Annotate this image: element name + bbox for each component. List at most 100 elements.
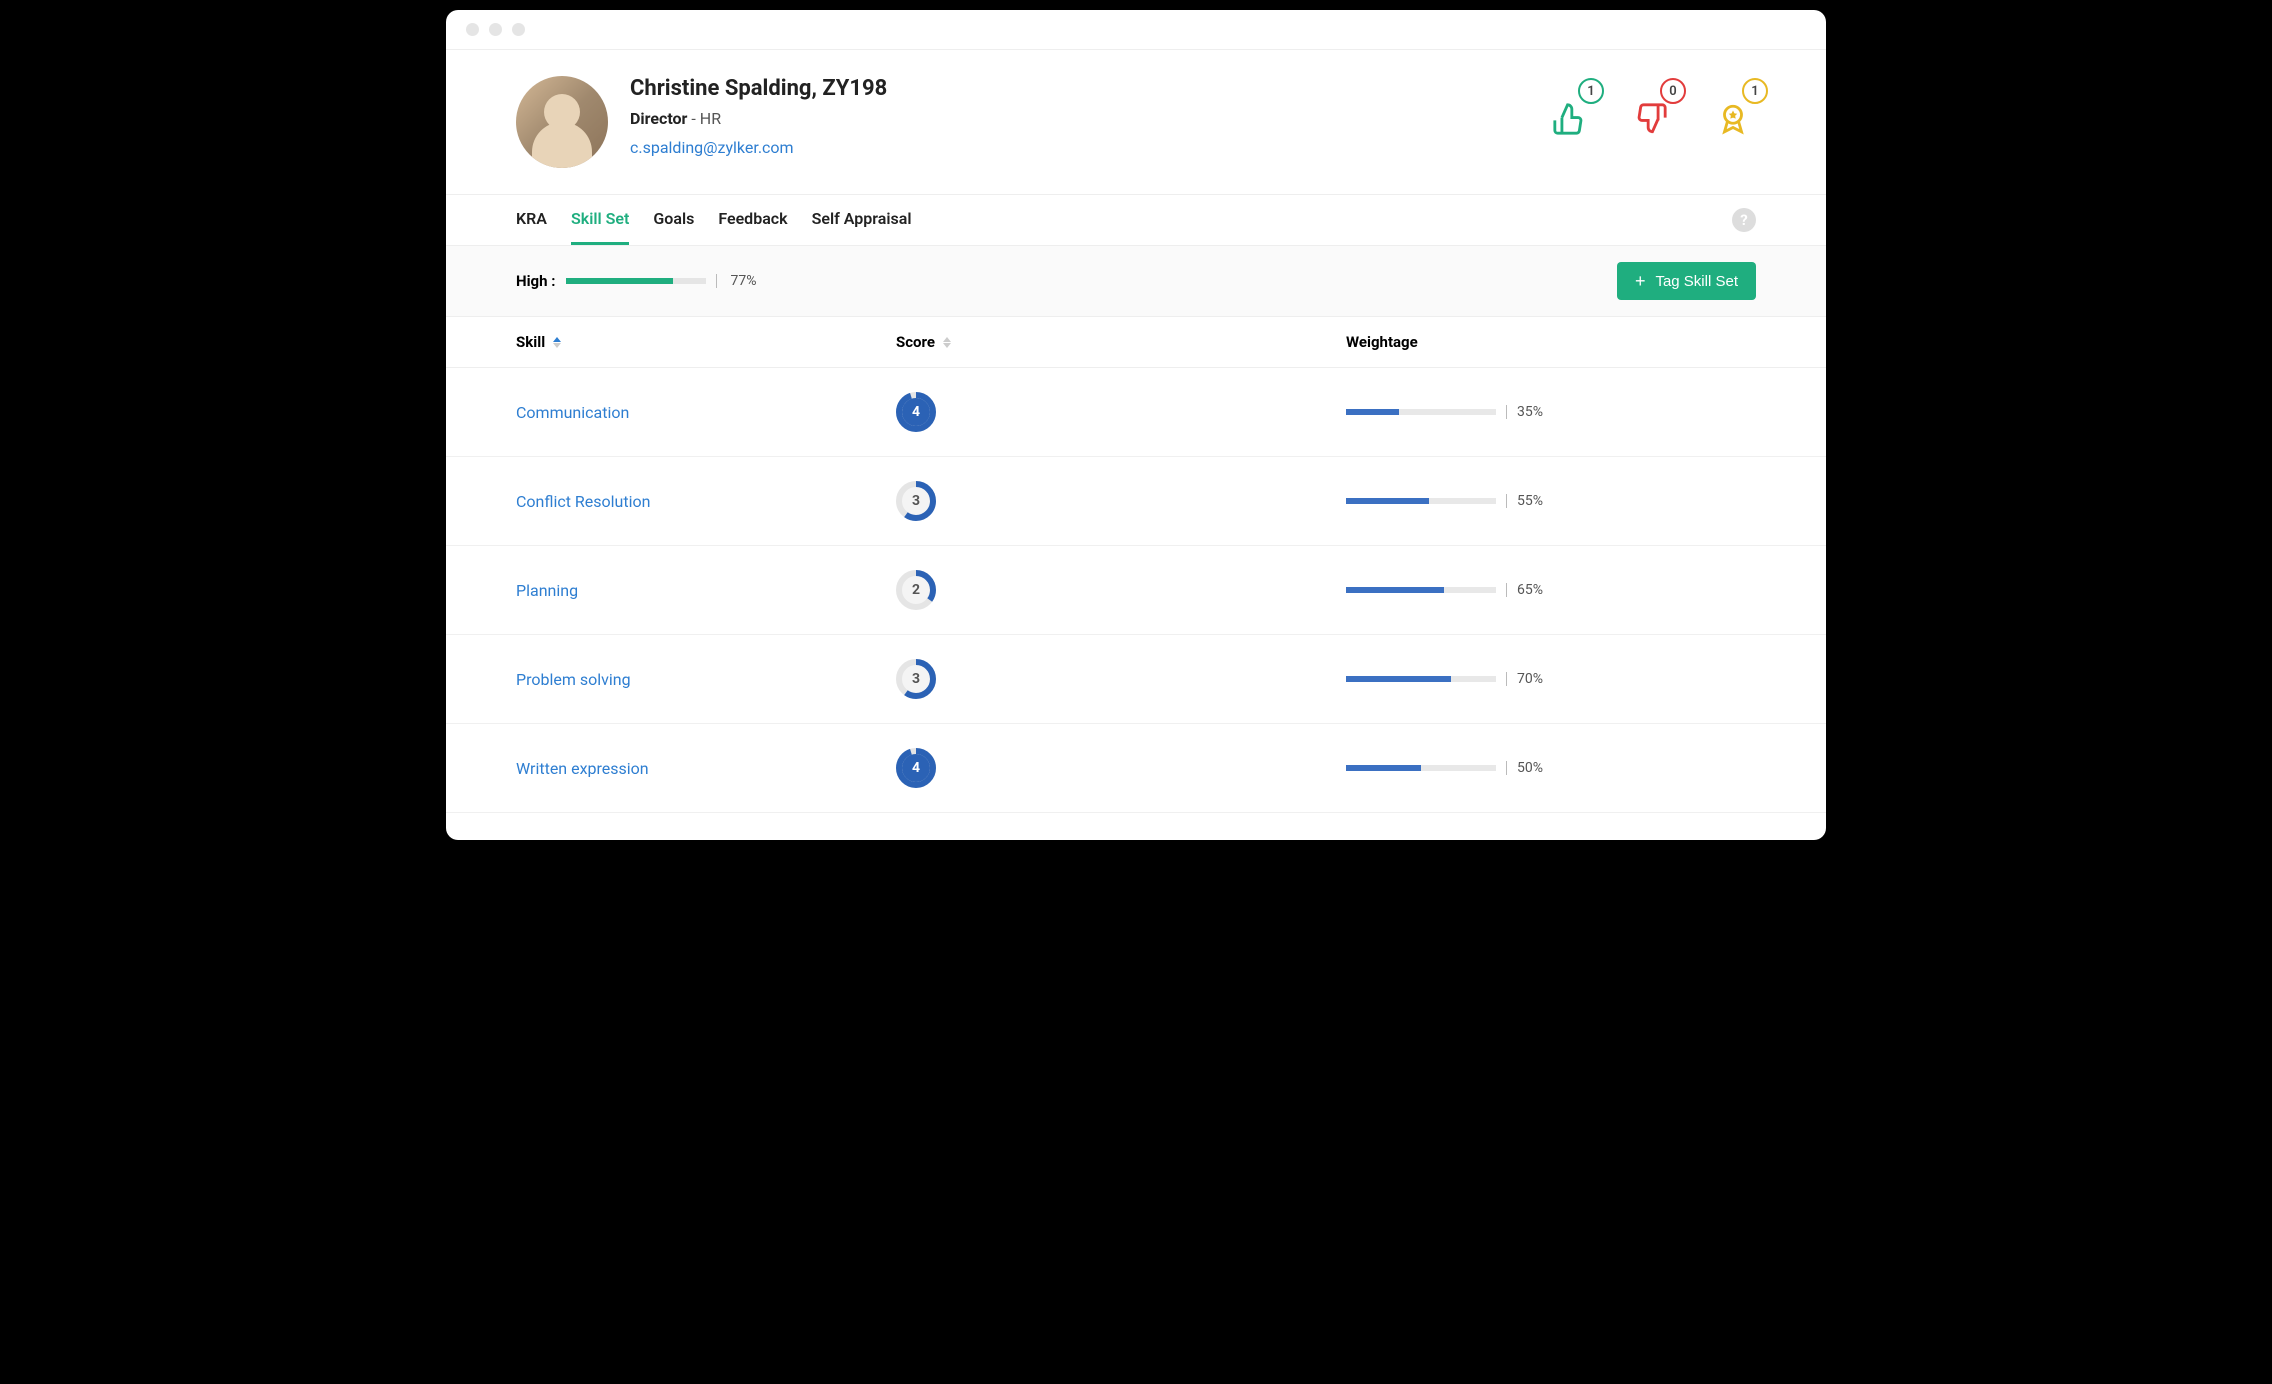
score-value: 4	[912, 760, 920, 776]
weight-progress-fill	[1346, 587, 1444, 593]
stats-block: 1 0 1	[1552, 76, 1756, 136]
score-value: 2	[912, 582, 920, 598]
weight-cell: 35%	[1346, 404, 1756, 420]
weight-percent: 50%	[1517, 760, 1543, 776]
score-cell: 4	[896, 748, 1346, 788]
score-circle: 4	[896, 392, 936, 432]
score-circle: 3	[896, 481, 936, 521]
profile-block: Christine Spalding, ZY198 Director - HR …	[516, 76, 887, 168]
weight-progress	[1346, 587, 1496, 593]
role-title: Director	[630, 109, 687, 128]
score-cell: 4	[896, 392, 1346, 432]
skill-name[interactable]: Written expression	[516, 759, 896, 778]
high-label: High :	[516, 272, 556, 290]
tag-skill-set-label: Tag Skill Set	[1655, 273, 1738, 290]
skill-name[interactable]: Planning	[516, 581, 896, 600]
tab-goals[interactable]: Goals	[653, 195, 694, 245]
thumbs-down-icon	[1634, 102, 1668, 136]
profile-header: Christine Spalding, ZY198 Director - HR …	[446, 50, 1826, 195]
score-cell: 3	[896, 659, 1346, 699]
table-row: Problem solving 3 70%	[446, 635, 1826, 724]
sort-up-icon	[553, 337, 561, 342]
weight-progress	[1346, 765, 1496, 771]
weight-progress-fill	[1346, 676, 1451, 682]
avatar	[516, 76, 608, 168]
tab-kra[interactable]: KRA	[516, 195, 547, 245]
weight-cell: 50%	[1346, 760, 1756, 776]
table-row: Conflict Resolution 3 55%	[446, 457, 1826, 546]
high-tick	[716, 274, 717, 288]
high-left: High : 77%	[516, 272, 757, 290]
stat-thumbs-up[interactable]: 1	[1552, 86, 1592, 136]
sort-icon	[553, 337, 561, 348]
score-circle: 2	[896, 570, 936, 610]
column-score-label: Score	[896, 333, 935, 351]
weight-percent: 55%	[1517, 493, 1543, 509]
column-score[interactable]: Score	[896, 333, 1346, 351]
weight-percent: 35%	[1517, 404, 1543, 420]
plus-icon: +	[1635, 272, 1646, 290]
weight-tick	[1506, 494, 1507, 508]
table-body: Communication 4 35% Conflict Resolution 3 5…	[446, 368, 1826, 813]
weight-percent: 65%	[1517, 582, 1543, 598]
score-circle: 3	[896, 659, 936, 699]
sort-icon	[943, 337, 951, 348]
weight-cell: 70%	[1346, 671, 1756, 687]
window-close-button[interactable]	[466, 23, 479, 36]
weight-cell: 55%	[1346, 493, 1756, 509]
weight-tick	[1506, 672, 1507, 686]
weight-progress	[1346, 498, 1496, 504]
column-weightage: Weightage	[1346, 333, 1756, 351]
tag-skill-set-button[interactable]: + Tag Skill Set	[1617, 262, 1756, 300]
stat-award-count: 1	[1742, 78, 1768, 104]
skill-name[interactable]: Conflict Resolution	[516, 492, 896, 511]
score-value: 4	[912, 404, 920, 420]
sort-down-icon	[943, 343, 951, 348]
tab-feedback[interactable]: Feedback	[718, 195, 787, 245]
high-percent: 77%	[731, 273, 757, 289]
tab-skill-set[interactable]: Skill Set	[571, 195, 629, 245]
score-circle: 4	[896, 748, 936, 788]
high-progress	[566, 278, 706, 284]
column-skill[interactable]: Skill	[516, 333, 896, 351]
high-progress-fill	[566, 278, 674, 284]
stat-thumbs-down-count: 0	[1660, 78, 1686, 104]
weight-tick	[1506, 405, 1507, 419]
skill-name[interactable]: Communication	[516, 403, 896, 422]
help-icon[interactable]: ?	[1732, 208, 1756, 232]
score-cell: 2	[896, 570, 1346, 610]
table-row: Written expression 4 50%	[446, 724, 1826, 813]
thumbs-up-icon	[1552, 102, 1586, 136]
skill-name[interactable]: Problem solving	[516, 670, 896, 689]
weight-tick	[1506, 761, 1507, 775]
table-header: Skill Score Weightage	[446, 317, 1826, 368]
award-icon	[1716, 102, 1750, 136]
window-titlebar	[446, 10, 1826, 50]
window-minimize-button[interactable]	[489, 23, 502, 36]
column-weightage-label: Weightage	[1346, 333, 1418, 351]
weight-progress-fill	[1346, 498, 1429, 504]
role-dept: - HR	[687, 109, 721, 128]
sort-down-icon	[553, 343, 561, 348]
weight-progress	[1346, 676, 1496, 682]
profile-info: Christine Spalding, ZY198 Director - HR …	[630, 76, 887, 157]
profile-role: Director - HR	[630, 109, 887, 128]
weight-percent: 70%	[1517, 671, 1543, 687]
weight-progress-fill	[1346, 409, 1399, 415]
tab-self-appraisal[interactable]: Self Appraisal	[812, 195, 912, 245]
sort-up-icon	[943, 337, 951, 342]
table-row: Communication 4 35%	[446, 368, 1826, 457]
score-cell: 3	[896, 481, 1346, 521]
tabs: KRA Skill Set Goals Feedback Self Appraisal?	[446, 195, 1826, 246]
stat-thumbs-up-count: 1	[1578, 78, 1604, 104]
window-maximize-button[interactable]	[512, 23, 525, 36]
profile-email[interactable]: c.spalding@zylker.com	[630, 138, 794, 157]
profile-name: Christine Spalding, ZY198	[630, 76, 887, 101]
table-row: Planning 2 65%	[446, 546, 1826, 635]
stat-thumbs-down[interactable]: 0	[1634, 86, 1674, 136]
content-area: Christine Spalding, ZY198 Director - HR …	[446, 50, 1826, 813]
high-bar: High : 77% + Tag Skill Set	[446, 246, 1826, 317]
weight-progress-fill	[1346, 765, 1421, 771]
stat-award[interactable]: 1	[1716, 86, 1756, 136]
score-value: 3	[912, 671, 920, 687]
